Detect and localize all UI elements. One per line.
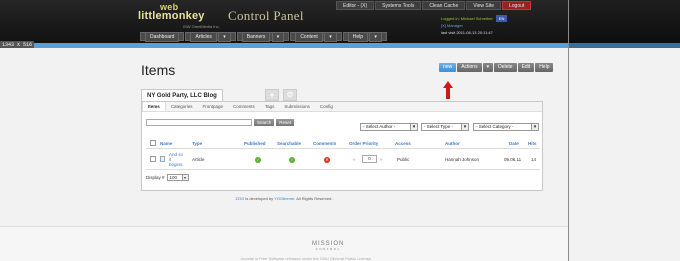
- search-button[interactable]: Search: [254, 119, 275, 126]
- published-check-icon[interactable]: ✓: [255, 157, 261, 163]
- role-text: [X] Manager: [441, 23, 463, 28]
- copyright-text: Joomla! is Free Software released under …: [240, 256, 373, 261]
- top-links: Editor - (X) Systems Tools Clean Cache V…: [336, 1, 532, 10]
- table-header: Name Type Published Searchable Comments …: [146, 138, 540, 149]
- type-filter-select[interactable]: - Select Type - ▾: [421, 123, 469, 131]
- nav-help[interactable]: Help ▾: [342, 32, 387, 42]
- action-toolbar: new Actions ▾ Delete Edit Help: [439, 63, 554, 72]
- chevron-down-icon: ▾: [324, 32, 337, 42]
- logo[interactable]: web littlemonkey ISW OmniMedia Inc.: [138, 2, 222, 33]
- actions-button[interactable]: Actions: [457, 63, 482, 72]
- nav-dashboard[interactable]: Dashboard: [140, 32, 185, 42]
- col-name[interactable]: Name: [160, 141, 172, 146]
- logout-button[interactable]: Logout: [502, 1, 532, 10]
- tab-config[interactable]: Config: [315, 102, 338, 111]
- col-access[interactable]: Access: [395, 141, 411, 146]
- mission-control-logo: MISSION CONTROL: [312, 241, 345, 251]
- chevron-down-icon: ▾: [271, 32, 285, 42]
- col-published[interactable]: Published: [244, 141, 266, 146]
- tab-categories[interactable]: Categories: [166, 102, 198, 111]
- tab-tags[interactable]: Tags: [260, 102, 280, 111]
- tab-frontpage[interactable]: Frontpage: [198, 102, 229, 111]
- search-input[interactable]: [146, 119, 252, 126]
- select-all-checkbox[interactable]: [150, 140, 156, 146]
- top-bar-extension: [569, 0, 680, 43]
- edit-button[interactable]: Edit: [517, 63, 535, 72]
- nav-banners[interactable]: Banners ▾: [236, 32, 290, 42]
- login-info: Logged in: Michael Schreiber EN [X] Manag…: [441, 15, 508, 36]
- page-title: Items: [141, 62, 176, 78]
- app-title: Control Panel: [228, 8, 304, 23]
- help-button[interactable]: Help: [535, 63, 554, 72]
- searchable-check-icon[interactable]: ✓: [289, 157, 295, 163]
- sub-tabs: Items Categories Frontpage Comments Tags…: [142, 102, 542, 112]
- priority-decrease-icon[interactable]: «: [353, 157, 356, 162]
- nav-content[interactable]: Content ▾: [290, 32, 342, 42]
- gear-icon[interactable]: ⚙: [283, 89, 297, 101]
- chevron-down-icon: ▾: [218, 32, 231, 42]
- new-button[interactable]: new: [439, 63, 457, 72]
- add-app-icon[interactable]: +: [265, 89, 279, 101]
- col-author[interactable]: Author: [445, 141, 460, 146]
- language-badge[interactable]: EN: [495, 15, 508, 22]
- view-site-link[interactable]: View Site: [466, 1, 501, 10]
- display-limit: Display # 100 ▾: [146, 174, 189, 181]
- delete-button[interactable]: Delete: [494, 63, 517, 72]
- item-name-link[interactable]: And so it begins.: [169, 152, 184, 167]
- chevron-down-icon: ▾: [369, 32, 382, 42]
- display-limit-select[interactable]: 100 ▾: [166, 174, 189, 181]
- item-date: 09.06.11: [504, 157, 522, 162]
- zoo-link[interactable]: ZOO: [236, 196, 245, 201]
- tab-items[interactable]: Items: [142, 102, 166, 111]
- priority-input[interactable]: 0: [362, 155, 377, 163]
- comments-disabled-icon[interactable]: ✕: [324, 157, 330, 163]
- col-type[interactable]: Type: [192, 141, 202, 146]
- items-panel: Items Categories Frontpage Comments Tags…: [141, 101, 543, 191]
- row-checkbox[interactable]: [150, 156, 156, 162]
- chevron-down-icon: ▾: [461, 124, 468, 130]
- app-tab[interactable]: NY Gold Party, LLC Blog: [141, 89, 223, 101]
- last-visit-text: last visit 2011-08-13 20:11:47: [441, 30, 493, 35]
- col-order-priority[interactable]: Order Priority: [349, 141, 378, 146]
- clean-cache-link[interactable]: Clean Cache: [422, 1, 466, 10]
- tab-submissions[interactable]: Submissions: [279, 102, 315, 111]
- display-label: Display #: [146, 175, 165, 180]
- priority-increase-icon[interactable]: »: [380, 157, 383, 162]
- chevron-down-icon: ▾: [181, 175, 188, 180]
- col-date[interactable]: Date: [509, 141, 519, 146]
- window-edge: [568, 0, 569, 261]
- logged-in-text: Logged in: Michael Schreiber: [441, 16, 493, 21]
- reset-button[interactable]: Reset: [276, 119, 295, 126]
- editor-link[interactable]: Editor - (X): [336, 1, 375, 10]
- nav-articles[interactable]: Articles ▾: [185, 32, 236, 42]
- tab-comments[interactable]: Comments: [228, 102, 260, 111]
- chevron-down-icon: ▾: [531, 124, 538, 130]
- yootheme-link[interactable]: YOOtheme: [274, 196, 294, 201]
- accent-strip-extension: [569, 43, 680, 48]
- category-filter-select[interactable]: - Select Category - ▾: [473, 123, 539, 131]
- red-arrow-annotation-icon: [443, 81, 453, 99]
- item-author: Hannah Johnson: [445, 157, 480, 162]
- col-hits[interactable]: Hits: [528, 141, 537, 146]
- author-filter-select[interactable]: - Select Author - ▾: [360, 123, 418, 131]
- table-row: And so it begins. Article ✓ ✓ ✕ « 0 » Pu…: [146, 150, 540, 170]
- item-access[interactable]: Public: [397, 157, 409, 162]
- actions-dropdown-button[interactable]: ▾: [482, 63, 494, 72]
- col-searchable[interactable]: Searchable: [277, 141, 301, 146]
- article-icon: [160, 156, 165, 162]
- col-comments[interactable]: Comments: [313, 141, 336, 146]
- chevron-down-icon: ▾: [410, 124, 417, 130]
- logo-subtext: ISW OmniMedia Inc.: [183, 24, 220, 29]
- system-tools-link[interactable]: Systems Tools: [375, 1, 422, 10]
- search-row: Search Reset: [146, 119, 295, 126]
- logo-littlemonkey: littlemonkey: [138, 10, 205, 22]
- main-nav: Dashboard Articles ▾ Banners ▾ Content ▾…: [140, 32, 387, 42]
- item-type: Article: [192, 157, 205, 162]
- footer-credit: ZOO is developed by YOOtheme. All Rights…: [235, 196, 333, 201]
- item-hits: 14: [531, 157, 537, 162]
